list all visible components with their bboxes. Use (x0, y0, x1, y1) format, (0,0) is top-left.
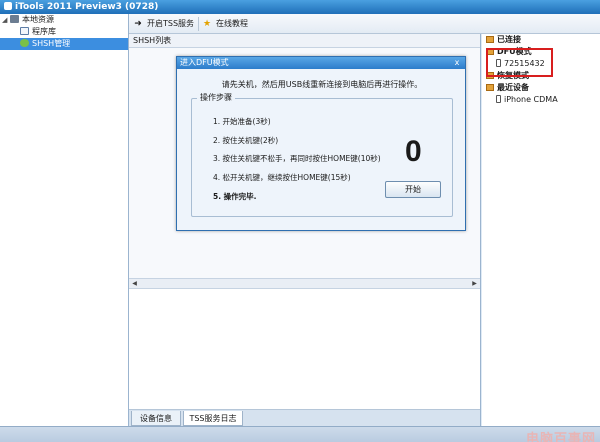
category-label: 最近设备 (497, 83, 529, 92)
computer-icon (10, 15, 19, 23)
phone-icon (496, 95, 501, 103)
device-tree: 已连接 DFU模式 72515432 恢复模式 最近设备 iPhone CDMA (482, 34, 600, 426)
step-4: 4. 松开关机键，继续按住HOME键(15秒) (213, 173, 351, 182)
online-tutorial-button[interactable]: ★ 在线教程 (202, 17, 248, 31)
steps-group-title: 操作步骤 (197, 93, 235, 103)
folder-icon (486, 36, 494, 43)
step-5: 5. 操作完毕. (213, 192, 257, 201)
horizontal-scrollbar[interactable]: ◀ ▶ (129, 278, 480, 289)
start-tss-label: 开启TSS服务 (147, 19, 195, 28)
start-tss-button[interactable]: ➜ 开启TSS服务 (133, 17, 194, 31)
online-tutorial-label: 在线教程 (216, 19, 248, 28)
dialog-message: 请先关机，然后用USB线重新连接到电脑后再进行操作。 (221, 80, 423, 89)
toolbar: ➜ 开启TSS服务 ★ 在线教程 (129, 14, 600, 34)
step-3: 3. 按住关机键不松手，再同时按住HOME键(10秒) (213, 154, 381, 163)
step-1: 1. 开始准备(3秒) (213, 117, 271, 126)
app-icon (4, 2, 12, 10)
shsh-list-header: SHSH列表 (129, 34, 480, 48)
device-category-recent[interactable]: 最近设备 (482, 82, 600, 94)
library-icon (20, 27, 29, 35)
start-button[interactable]: 开始 (385, 181, 441, 198)
watermark-logo: 电脑百事网 (525, 432, 596, 442)
step-2: 2. 按住关机键(2秒) (213, 136, 279, 145)
window-title: iTools 2011 Preview3 (0728) (15, 2, 159, 12)
close-icon[interactable]: x (452, 57, 462, 69)
bottom-tab-bar: 设备信息 TSS服务日志 (129, 409, 480, 426)
arrow-right-icon: ➜ (134, 19, 142, 29)
tree-item-library[interactable]: 程序库 (0, 26, 128, 38)
dialog-title: 进入DFU模式 (180, 58, 229, 67)
device-item-recent[interactable]: iPhone CDMA (482, 94, 600, 106)
tss-log-area[interactable] (129, 289, 480, 409)
countdown-counter: 0 (405, 135, 422, 168)
highlight-box (486, 48, 553, 77)
scroll-right-icon[interactable]: ▶ (469, 279, 480, 288)
window-title-bar: iTools 2011 Preview3 (0728) (0, 0, 600, 14)
tree-item-label: SHSH管理 (32, 39, 71, 48)
category-label: 已连接 (497, 35, 521, 44)
local-resources-tree: ◢ 本地资源 程序库 SHSH管理 (0, 14, 129, 426)
shsh-icon (20, 39, 29, 47)
tree-item-label: 程序库 (32, 27, 56, 36)
expand-arrow-icon[interactable]: ◢ (2, 14, 10, 26)
tree-item-label: 本地资源 (22, 15, 54, 24)
device-category-connected[interactable]: 已连接 (482, 34, 600, 46)
status-bar: 电脑百事网 (0, 426, 600, 442)
dfu-mode-dialog: 进入DFU模式 x 请先关机，然后用USB线重新连接到电脑后再进行操作。 操作步… (176, 56, 466, 231)
dialog-title-bar: 进入DFU模式 x (177, 57, 465, 69)
tab-device-info[interactable]: 设备信息 (131, 411, 181, 426)
toolbar-separator (198, 17, 199, 31)
folder-icon (486, 84, 494, 91)
tab-tss-log[interactable]: TSS服务日志 (183, 411, 243, 426)
tree-item-local-resources[interactable]: ◢ 本地资源 (0, 14, 128, 26)
scroll-left-icon[interactable]: ◀ (129, 279, 140, 288)
tree-item-shsh-management[interactable]: SHSH管理 (0, 38, 128, 50)
steps-group: 操作步骤 1. 开始准备(3秒) 2. 按住关机键(2秒) 3. 按住关机键不松… (191, 93, 453, 217)
star-icon: ★ (202, 19, 212, 29)
device-label: iPhone CDMA (504, 95, 558, 104)
